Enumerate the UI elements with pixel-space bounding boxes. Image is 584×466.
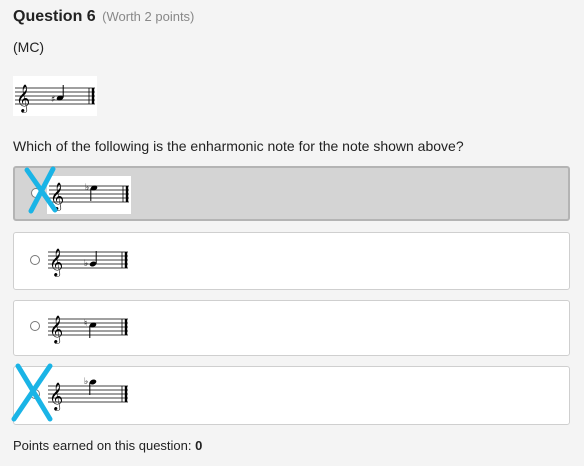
points-label: Points earned on this question: [13,438,196,453]
question-header: Question 6 (Worth 2 points) [13,8,194,26]
treble-staff-e-flat-icon: 𝄞 ♭ [46,376,130,414]
svg-text:♮: ♮ [84,319,87,329]
treble-staff-c-natural-icon: 𝄞 ♮ [46,309,130,347]
answer-option-4[interactable]: 𝄞 ♭ [11,363,570,425]
svg-text:♭: ♭ [84,259,88,269]
svg-text:𝄞: 𝄞 [49,315,63,344]
points-earned: Points earned on this question: 0 [13,438,202,453]
radio-button[interactable] [30,321,40,331]
question-type: (MC) [13,39,45,55]
svg-text:♭: ♭ [85,183,89,193]
treble-staff-g-sharp-icon: 𝄞 ♯ [13,76,97,116]
svg-text:𝄞: 𝄞 [49,248,63,277]
svg-text:𝄞: 𝄞 [16,84,30,113]
radio-button[interactable] [30,255,40,265]
treble-staff-a-flat-icon: 𝄞 ♭ [46,242,130,280]
question-prompt: Which of the following is the enharmonic… [13,138,464,154]
answer-option-3[interactable]: 𝄞 ♮ [13,300,570,356]
cross-out-icon [24,166,58,214]
cross-out-icon [11,363,53,422]
svg-text:♯: ♯ [51,95,55,105]
svg-text:♭: ♭ [84,377,88,387]
points-value: 0 [195,438,203,453]
question-title: Question 6 [13,8,96,25]
answer-option-2[interactable]: 𝄞 ♭ [13,232,570,290]
question-worth: (Worth 2 points) [102,9,195,24]
answer-option-1[interactable]: 𝄞 ♭ [13,166,570,221]
